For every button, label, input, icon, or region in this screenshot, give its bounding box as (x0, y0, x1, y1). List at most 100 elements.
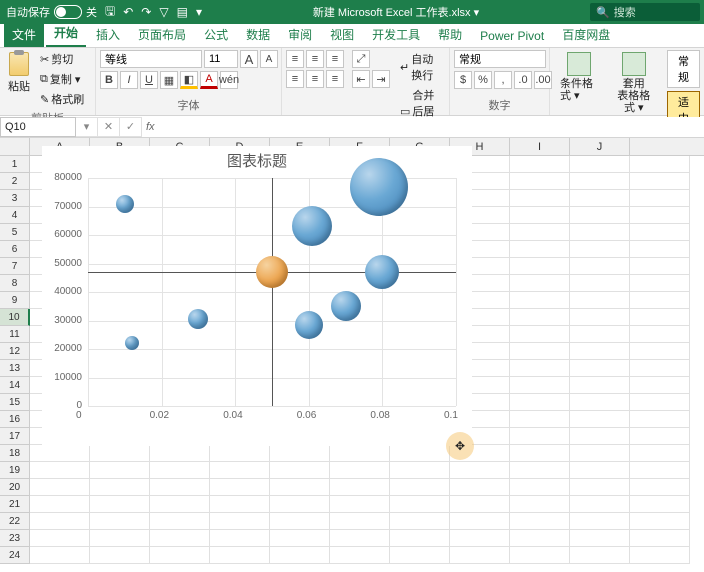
cut-button[interactable]: ✂剪切 (38, 50, 86, 68)
increase-decimal-button[interactable]: .0 (514, 71, 532, 89)
align-center-button[interactable]: ≡ (306, 70, 324, 88)
tab-developer[interactable]: 开发工具 (364, 22, 428, 47)
y-tick-label: 30000 (46, 315, 82, 326)
paste-button[interactable]: 粘贴 (4, 50, 34, 96)
row-header[interactable]: 2 (0, 173, 30, 190)
cell-style-normal[interactable]: 常规 (667, 50, 700, 88)
font-size-select[interactable] (204, 50, 238, 68)
italic-button[interactable]: I (120, 71, 138, 89)
row-header[interactable]: 24 (0, 547, 30, 564)
filter-icon[interactable]: ▽ (159, 5, 168, 19)
enter-fx-button[interactable]: ✓ (120, 117, 142, 137)
col-header[interactable]: I (510, 138, 570, 155)
tab-help[interactable]: 帮助 (430, 22, 470, 47)
align-right-button[interactable]: ≡ (326, 70, 344, 88)
bubble-point[interactable] (365, 255, 399, 289)
bubble-point[interactable] (295, 311, 323, 339)
format-painter-button[interactable]: ✎格式刷 (38, 90, 86, 108)
row-header[interactable]: 1 (0, 156, 30, 173)
bubble-point[interactable] (256, 256, 288, 288)
tab-insert[interactable]: 插入 (88, 22, 128, 47)
row-header[interactable]: 11 (0, 326, 30, 343)
row-header[interactable]: 10 (0, 309, 30, 326)
redo-icon[interactable]: ↷ (141, 5, 151, 19)
row-header[interactable]: 21 (0, 496, 30, 513)
tab-data[interactable]: 数据 (238, 22, 278, 47)
fill-color-button[interactable]: ◧ (180, 71, 198, 89)
orientation-button[interactable]: ⤢ (352, 50, 370, 68)
col-header[interactable]: J (570, 138, 630, 155)
plot-area[interactable]: 0100002000030000400005000060000700008000… (88, 178, 456, 406)
fx-icon[interactable]: fx (146, 121, 155, 133)
x-tick-label: 0 (76, 410, 82, 421)
embedded-chart[interactable]: 图表标题 01000020000300004000050000600007000… (42, 146, 472, 446)
search-icon: 🔍 (596, 6, 610, 19)
row-header[interactable]: 13 (0, 360, 30, 377)
currency-button[interactable]: $ (454, 71, 472, 89)
tab-baidu-disk[interactable]: 百度网盘 (554, 22, 618, 47)
align-left-button[interactable]: ≡ (286, 70, 304, 88)
row-header[interactable]: 9 (0, 292, 30, 309)
row-header[interactable]: 23 (0, 530, 30, 547)
row-header[interactable]: 15 (0, 394, 30, 411)
font-color-button[interactable]: A (200, 71, 218, 89)
row-header[interactable]: 20 (0, 479, 30, 496)
tab-formulas[interactable]: 公式 (196, 22, 236, 47)
row-header[interactable]: 17 (0, 428, 30, 445)
borders-button[interactable]: ▦ (160, 71, 178, 89)
align-bottom-button[interactable]: ≡ (326, 50, 344, 68)
format-as-table-button[interactable]: 套用 表格格式 ▾ (609, 50, 660, 116)
row-header[interactable]: 8 (0, 275, 30, 292)
row-header[interactable]: 5 (0, 224, 30, 241)
font-name-select[interactable] (100, 50, 202, 68)
tab-home[interactable]: 开始 (46, 20, 86, 47)
autosave-toggle[interactable]: 自动保存 关 (6, 4, 97, 20)
formula-input[interactable] (155, 117, 704, 137)
row-header[interactable]: 6 (0, 241, 30, 258)
name-box-dropdown[interactable]: ▾ (76, 117, 98, 137)
touch-icon[interactable]: ▤ (177, 5, 188, 19)
align-top-button[interactable]: ≡ (286, 50, 304, 68)
row-header[interactable]: 4 (0, 207, 30, 224)
bold-button[interactable]: B (100, 71, 118, 89)
grow-font-button[interactable]: A (240, 50, 258, 68)
save-icon[interactable]: 🖫 (105, 2, 115, 23)
conditional-formatting-button[interactable]: 条件格式 ▾ (554, 50, 605, 104)
phonetic-button[interactable]: wén (220, 71, 238, 89)
row-header[interactable]: 18 (0, 445, 30, 462)
comma-button[interactable]: , (494, 71, 512, 89)
row-header[interactable]: 7 (0, 258, 30, 275)
worksheet-grid[interactable]: A B C D E F G H I J 12345678910111213141… (0, 138, 704, 572)
search-input[interactable]: 🔍 搜索 (590, 3, 700, 21)
row-header[interactable]: 12 (0, 343, 30, 360)
number-format-select[interactable] (454, 50, 546, 68)
tab-view[interactable]: 视图 (322, 22, 362, 47)
row-header[interactable]: 22 (0, 513, 30, 530)
underline-button[interactable]: U (140, 71, 158, 89)
bubble-point[interactable] (116, 195, 134, 213)
bubble-point[interactable] (350, 158, 408, 216)
copy-button[interactable]: ⧉复制 ▾ (38, 70, 86, 88)
increase-indent-button[interactable]: ⇥ (372, 70, 390, 88)
row-header[interactable]: 14 (0, 377, 30, 394)
bubble-point[interactable] (331, 291, 361, 321)
decrease-indent-button[interactable]: ⇤ (352, 70, 370, 88)
bubble-point[interactable] (188, 309, 208, 329)
percent-button[interactable]: % (474, 71, 492, 89)
tab-review[interactable]: 审阅 (280, 22, 320, 47)
tab-page-layout[interactable]: 页面布局 (130, 22, 194, 47)
cancel-fx-button[interactable]: ✕ (98, 117, 120, 137)
undo-icon[interactable]: ↶ (123, 5, 133, 19)
align-middle-button[interactable]: ≡ (306, 50, 324, 68)
bubble-point[interactable] (292, 206, 332, 246)
tab-power-pivot[interactable]: Power Pivot (472, 25, 552, 47)
tab-file[interactable]: 文件 (4, 22, 44, 47)
row-header[interactable]: 19 (0, 462, 30, 479)
name-box[interactable]: Q10 (0, 117, 76, 137)
row-header[interactable]: 16 (0, 411, 30, 428)
shrink-font-button[interactable]: A (260, 50, 278, 68)
select-all-corner[interactable] (0, 138, 30, 155)
row-header[interactable]: 3 (0, 190, 30, 207)
chart-title[interactable]: 图表标题 (42, 146, 472, 175)
wrap-text-button[interactable]: ↵自动换行 (398, 50, 445, 84)
